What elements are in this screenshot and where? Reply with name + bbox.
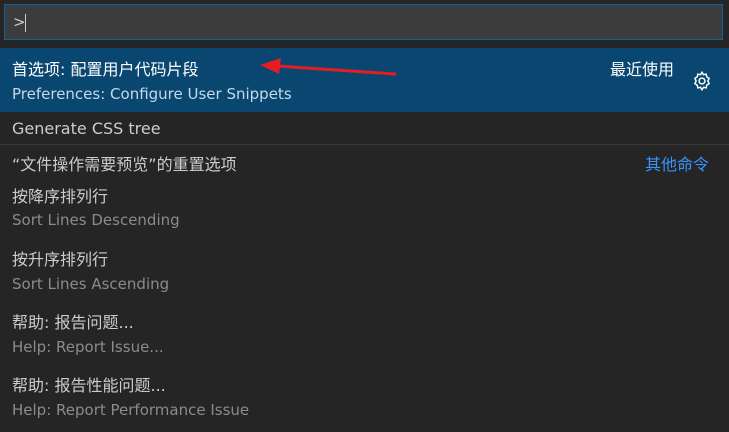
list-item-report-issue[interactable]: 帮助: 报告问题... Help: Report Issue...: [0, 304, 729, 368]
list-item-label: 按降序排列行: [12, 187, 109, 206]
gear-icon[interactable]: [691, 70, 713, 92]
command-input[interactable]: [5, 5, 722, 39]
list-item-detail: Sort Lines Ascending: [12, 275, 170, 293]
command-palette: 首选项: 配置用户代码片段 Preferences: Configure Use…: [0, 0, 729, 432]
list-item-reset-preview-option[interactable]: “文件操作需要预览”的重置选项 其他命令: [0, 145, 729, 177]
list-item-label: 帮助: 报告问题...: [12, 313, 134, 332]
recently-used-badge: 最近使用: [609, 60, 674, 79]
red-arrow-annotation: [260, 58, 397, 76]
list-item-label: 按升序排列行: [12, 250, 109, 269]
text-caret: [25, 14, 26, 32]
list-item-detail: Preferences: Configure User Snippets: [12, 85, 292, 103]
list-item-label: Generate CSS tree: [12, 119, 161, 138]
list-item-report-performance-issue[interactable]: 帮助: 报告性能问题... Help: Report Performance I…: [0, 368, 729, 432]
list-item-sort-ascending[interactable]: 按升序排列行 Sort Lines Ascending: [0, 241, 729, 304]
other-commands-link[interactable]: 其他命令: [645, 151, 709, 175]
list-item-detail: Help: Report Issue...: [12, 338, 164, 356]
list-item-detail: Sort Lines Descending: [12, 211, 180, 229]
list-item-detail: Help: Report Performance Issue: [12, 401, 250, 419]
list-item-label: 首选项: 配置用户代码片段: [12, 60, 199, 79]
list-item-label: “文件操作需要预览”的重置选项: [12, 155, 237, 174]
list-item-sort-descending[interactable]: 按降序排列行 Sort Lines Descending: [0, 177, 729, 241]
command-input-box[interactable]: [4, 4, 723, 40]
list-item-label: 帮助: 报告性能问题...: [12, 376, 166, 395]
list-item-generate-css-tree[interactable]: Generate CSS tree: [0, 112, 729, 144]
